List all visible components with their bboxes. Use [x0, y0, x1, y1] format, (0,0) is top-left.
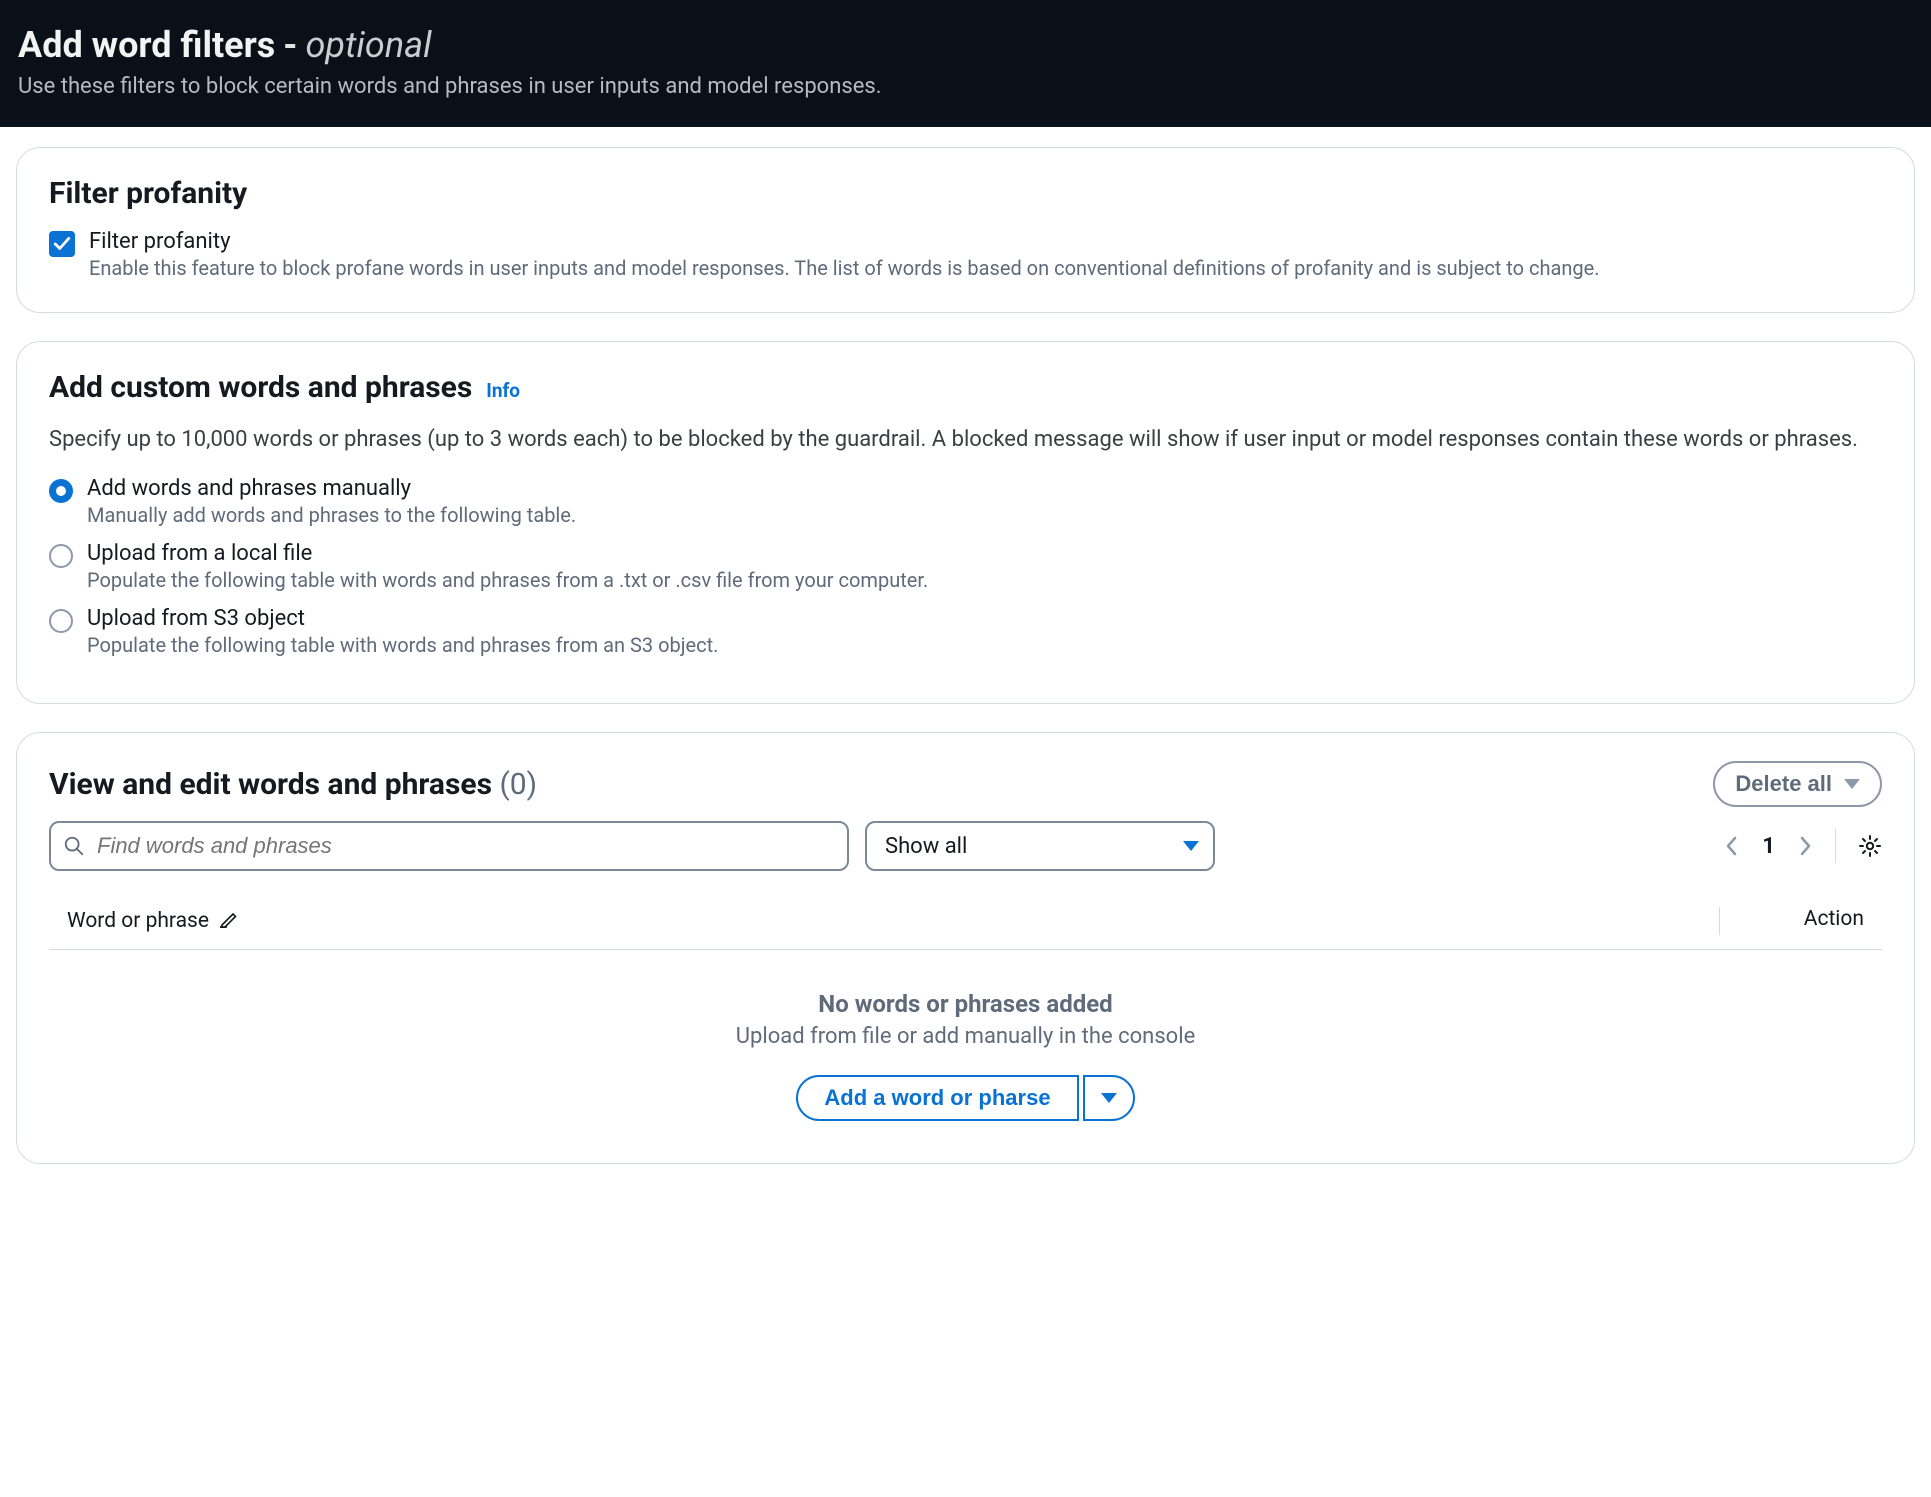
radio-desc: Populate the following table with words …: [87, 633, 718, 657]
empty-state: No words or phrases added Upload from fi…: [49, 950, 1882, 1131]
edit-icon: [219, 908, 239, 934]
table-header: Word or phrase Action: [49, 893, 1882, 950]
delete-all-label: Delete all: [1735, 771, 1832, 797]
add-word-dropdown-button[interactable]: [1083, 1075, 1135, 1121]
view-header-row: View and edit words and phrases (0) Dele…: [49, 761, 1882, 807]
next-page-button[interactable]: [1797, 834, 1813, 858]
filter-profanity-label: Filter profanity: [89, 229, 1600, 254]
radio-add-manually[interactable]: Add words and phrases manually Manually …: [49, 476, 1882, 527]
radio-desc: Populate the following table with words …: [87, 568, 928, 592]
radio-label: Upload from a local file: [87, 541, 928, 566]
page-subtitle: Use these filters to block certain words…: [18, 74, 1913, 99]
settings-button[interactable]: [1858, 834, 1882, 858]
radio-desc: Manually add words and phrases to the fo…: [87, 503, 576, 527]
search-input[interactable]: [49, 821, 849, 871]
radio-icon: [49, 479, 73, 503]
filter-profanity-checkbox-row[interactable]: Filter profanity Enable this feature to …: [49, 229, 1882, 280]
radio-text: Upload from S3 object Populate the follo…: [87, 606, 718, 657]
custom-words-title: Add custom words and phrases: [49, 370, 472, 405]
radio-text: Add words and phrases manually Manually …: [87, 476, 576, 527]
radio-icon: [49, 544, 73, 568]
radio-upload-local[interactable]: Upload from a local file Populate the fo…: [49, 541, 1882, 592]
radio-text: Upload from a local file Populate the fo…: [87, 541, 928, 592]
radio-icon: [49, 609, 73, 633]
divider: [1835, 829, 1836, 863]
input-method-radio-group: Add words and phrases manually Manually …: [49, 476, 1882, 657]
check-icon: [53, 235, 71, 253]
view-title: View and edit words and phrases (0): [49, 767, 537, 802]
custom-words-desc: Specify up to 10,000 words or phrases (u…: [49, 423, 1882, 456]
filter-profanity-checkbox[interactable]: [49, 231, 75, 257]
custom-words-title-row: Add custom words and phrases Info: [49, 370, 1882, 405]
toolbar: Show all 1: [49, 821, 1882, 871]
page-number: 1: [1762, 834, 1775, 859]
page-title-optional: optional: [305, 24, 431, 66]
chevron-left-icon: [1724, 834, 1740, 858]
filter-profanity-title: Filter profanity: [49, 176, 1882, 211]
column-word-or-phrase[interactable]: Word or phrase: [67, 907, 1719, 935]
view-title-text: View and edit words and phrases: [49, 767, 492, 802]
page-title: Add word filters - optional: [18, 24, 1913, 66]
empty-subtitle: Upload from file or add manually in the …: [49, 1024, 1882, 1049]
filter-select[interactable]: Show all: [865, 821, 1215, 871]
search-wrap: [49, 821, 849, 871]
page-title-dash: -: [283, 24, 297, 66]
search-icon: [63, 835, 85, 857]
radio-label: Add words and phrases manually: [87, 476, 576, 501]
prev-page-button[interactable]: [1724, 834, 1740, 858]
view-edit-panel: View and edit words and phrases (0) Dele…: [16, 732, 1915, 1164]
chevron-down-icon: [1101, 1093, 1117, 1103]
filter-profanity-panel: Filter profanity Filter profanity Enable…: [16, 147, 1915, 313]
column-divider: [1719, 907, 1720, 935]
delete-all-button[interactable]: Delete all: [1713, 761, 1882, 807]
chevron-right-icon: [1797, 834, 1813, 858]
filter-profanity-text: Filter profanity Enable this feature to …: [89, 229, 1600, 280]
radio-label: Upload from S3 object: [87, 606, 718, 631]
custom-words-panel: Add custom words and phrases Info Specif…: [16, 341, 1915, 704]
pagination: 1: [1724, 829, 1882, 863]
radio-upload-s3[interactable]: Upload from S3 object Populate the follo…: [49, 606, 1882, 657]
chevron-down-icon: [1844, 779, 1860, 789]
column-word-label: Word or phrase: [67, 909, 209, 933]
view-count: (0): [499, 767, 537, 802]
empty-title: No words or phrases added: [49, 990, 1882, 1018]
chevron-down-icon: [1183, 841, 1199, 851]
column-action: Action: [1744, 907, 1864, 935]
gear-icon: [1858, 834, 1882, 858]
filter-profanity-desc: Enable this feature to block profane wor…: [89, 256, 1600, 280]
info-link[interactable]: Info: [486, 379, 520, 402]
page-title-main: Add word filters: [18, 24, 275, 66]
page-header: Add word filters - optional Use these fi…: [0, 0, 1931, 127]
filter-select-value: Show all: [865, 821, 1215, 871]
add-word-button[interactable]: Add a word or pharse: [796, 1075, 1078, 1121]
content-area: Filter profanity Filter profanity Enable…: [0, 127, 1931, 1212]
add-word-split-button: Add a word or pharse: [796, 1075, 1134, 1121]
